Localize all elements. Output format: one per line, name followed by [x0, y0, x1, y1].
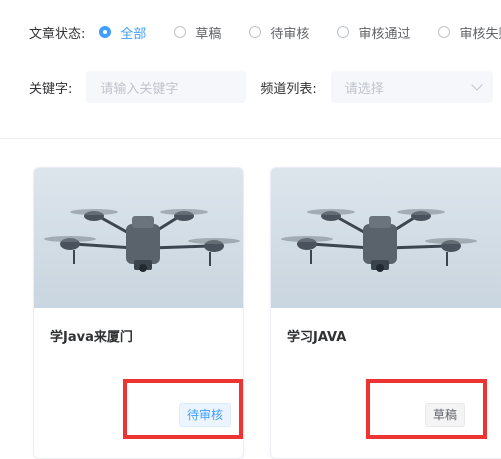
status-radio-failed-label: 审核失败 [459, 26, 501, 42]
article-card[interactable]: 学习JAVA 草稿 [270, 167, 501, 459]
search-row: 关键字: 请输入关键字 频道列表: 请选择 [0, 71, 493, 103]
status-radio-pending[interactable]: 待审核 [249, 23, 309, 42]
article-card[interactable]: 学Java来厦门 待审核 [33, 167, 244, 459]
radio-unchecked-icon [174, 26, 187, 38]
channel-label: 频道列表: [260, 81, 317, 97]
radio-checked-icon [99, 26, 112, 38]
status-radio-approved[interactable]: 审核通过 [337, 23, 410, 42]
keyword-input[interactable]: 请输入关键字 [86, 71, 247, 103]
drone-image [271, 168, 501, 308]
status-radio-draft-label: 草稿 [195, 26, 222, 42]
card-title: 学Java来厦门 [50, 330, 133, 345]
status-radio-pending-label: 待审核 [270, 26, 310, 42]
filter-panel: 文章状态: 全部 草稿 待审核 审核通过 审核失败 关键字: 请输入关键字 频道… [0, 0, 501, 138]
channel-placeholder: 请选择 [344, 81, 384, 97]
chevron-down-icon [471, 79, 483, 91]
keyword-placeholder: 请输入关键字 [100, 81, 179, 97]
status-badge: 待审核 [179, 403, 232, 427]
status-radio-failed[interactable]: 审核失败 [438, 23, 501, 42]
channel-select[interactable]: 请选择 [330, 71, 493, 103]
status-filter-row: 文章状态: 全部 草稿 待审核 审核通过 审核失败 [0, 18, 501, 46]
radio-unchecked-icon [249, 26, 262, 38]
status-radio-approved-label: 审核通过 [358, 26, 411, 42]
status-filter-label: 文章状态: [29, 26, 86, 42]
status-badge: 草稿 [425, 403, 466, 427]
radio-unchecked-icon [438, 26, 451, 38]
status-radio-all[interactable]: 全部 [99, 23, 146, 42]
card-title: 学习JAVA [287, 330, 347, 345]
status-radio-all-label: 全部 [120, 26, 147, 42]
radio-unchecked-icon [337, 26, 350, 38]
drone-image [34, 168, 243, 308]
status-radio-draft[interactable]: 草稿 [174, 23, 221, 42]
keyword-label: 关键字: [29, 81, 73, 97]
